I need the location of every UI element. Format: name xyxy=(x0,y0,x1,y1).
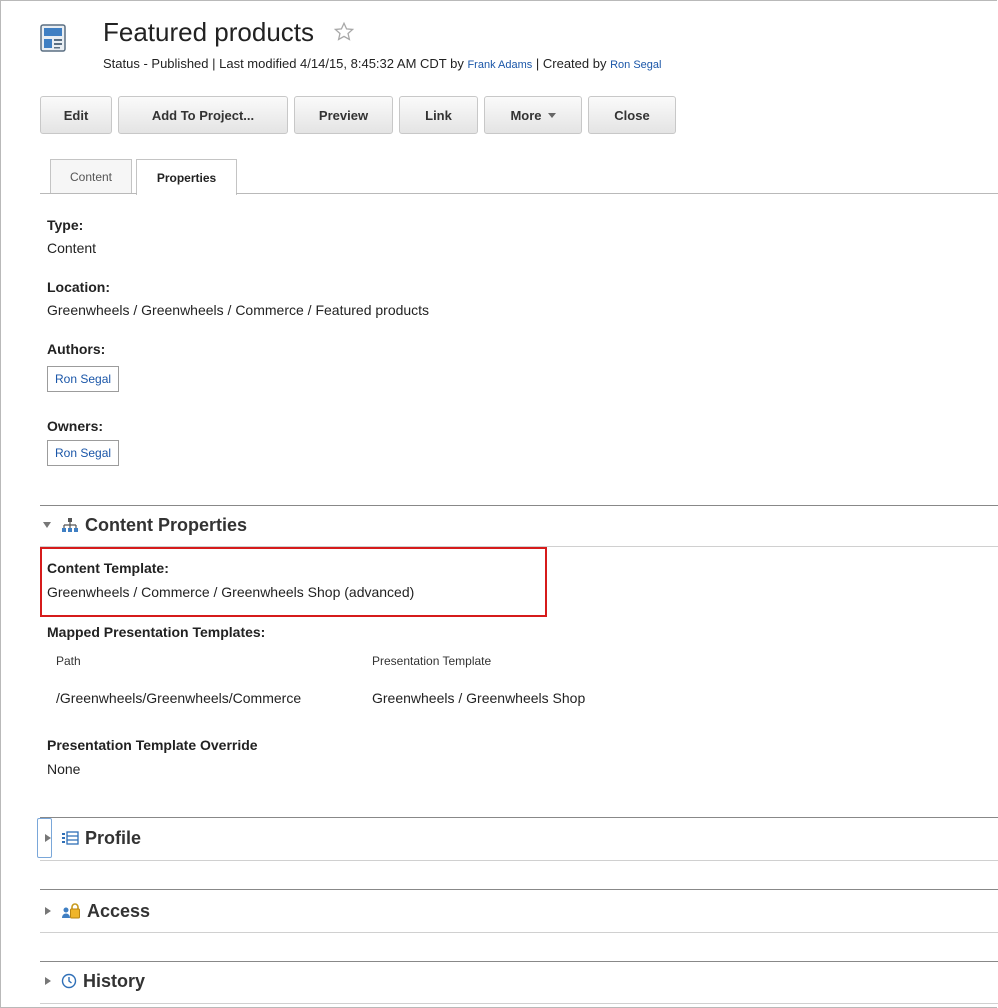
column-header-path: Path xyxy=(56,654,81,668)
preview-button-label: Preview xyxy=(318,107,369,123)
authors-label: Authors: xyxy=(47,341,106,357)
owners-label: Owners: xyxy=(47,418,104,434)
owner-link[interactable]: Ron Segal xyxy=(55,446,111,460)
tab-content[interactable]: Content xyxy=(50,159,132,194)
status-text: Status - Published | Last modified 4/14/… xyxy=(103,56,468,71)
access-title: Access xyxy=(87,900,151,921)
content-item-icon xyxy=(40,24,66,52)
profile-divider xyxy=(40,817,998,818)
users-lock-icon xyxy=(62,903,80,919)
history-underline xyxy=(40,1003,998,1004)
tab-content-label: Content xyxy=(69,169,113,184)
active-tab-gap xyxy=(137,192,236,195)
content-properties-header[interactable]: Content Properties xyxy=(40,513,247,537)
list-icon xyxy=(62,831,79,845)
tab-properties[interactable]: Properties xyxy=(136,159,237,195)
profile-header[interactable]: Profile xyxy=(40,826,141,850)
add-to-project-button[interactable]: Add To Project... xyxy=(118,96,288,134)
template-override-value: None xyxy=(47,761,81,777)
add-to-project-label: Add To Project... xyxy=(151,107,255,123)
highlight-box xyxy=(40,547,547,617)
modified-by-link[interactable]: Frank Adams xyxy=(467,59,532,71)
window-frame xyxy=(0,0,997,1008)
location-label: Location: xyxy=(47,279,110,295)
link-button[interactable]: Link xyxy=(399,96,478,134)
mapped-templates-label: Mapped Presentation Templates: xyxy=(47,624,266,640)
access-divider xyxy=(40,889,998,890)
history-header[interactable]: History xyxy=(40,969,145,993)
history-divider xyxy=(40,961,998,962)
collapse-icon xyxy=(43,522,51,528)
type-label: Type: xyxy=(47,217,84,233)
created-sep-text: | Created by xyxy=(532,56,611,71)
close-button-label: Close xyxy=(614,107,650,123)
expand-icon xyxy=(45,907,51,915)
expand-icon xyxy=(45,834,51,842)
preview-button[interactable]: Preview xyxy=(294,96,393,134)
expand-icon xyxy=(45,977,51,985)
edit-button-label: Edit xyxy=(63,107,89,123)
clock-icon xyxy=(61,973,77,989)
access-header[interactable]: Access xyxy=(40,899,150,923)
status-line: Status - Published | Last modified 4/14/… xyxy=(103,56,661,71)
hierarchy-icon xyxy=(62,518,78,532)
close-button[interactable]: Close xyxy=(588,96,676,134)
edit-button[interactable]: Edit xyxy=(40,96,112,134)
mapped-path-cell: /Greenwheels/Greenwheels/Commerce xyxy=(56,690,302,706)
link-button-label: Link xyxy=(425,107,452,123)
created-by-link[interactable]: Ron Segal xyxy=(610,59,661,71)
owner-chip[interactable]: Ron Segal xyxy=(47,440,120,466)
more-button-label: More xyxy=(510,107,542,123)
mapped-template-link[interactable]: Greenwheels / Greenwheels Shop xyxy=(372,690,585,706)
content-properties-title: Content Properties xyxy=(85,514,248,535)
author-chip[interactable]: Ron Segal xyxy=(47,366,120,392)
profile-title: Profile xyxy=(85,827,142,848)
location-value: Greenwheels / Greenwheels / Commerce / F… xyxy=(47,302,430,318)
content-properties-divider xyxy=(40,505,998,506)
star-outline-icon[interactable] xyxy=(333,21,355,43)
more-button[interactable]: More xyxy=(484,96,582,134)
chevron-down-icon xyxy=(547,112,556,118)
column-header-template: Presentation Template xyxy=(372,654,492,668)
tab-properties-label: Properties xyxy=(156,170,217,185)
type-value: Content xyxy=(47,240,97,256)
author-link[interactable]: Ron Segal xyxy=(55,372,111,386)
page-title: Featured products xyxy=(103,17,315,47)
history-title: History xyxy=(83,970,146,991)
template-override-label: Presentation Template Override xyxy=(47,737,258,753)
profile-underline xyxy=(40,860,998,861)
access-underline xyxy=(40,932,998,933)
